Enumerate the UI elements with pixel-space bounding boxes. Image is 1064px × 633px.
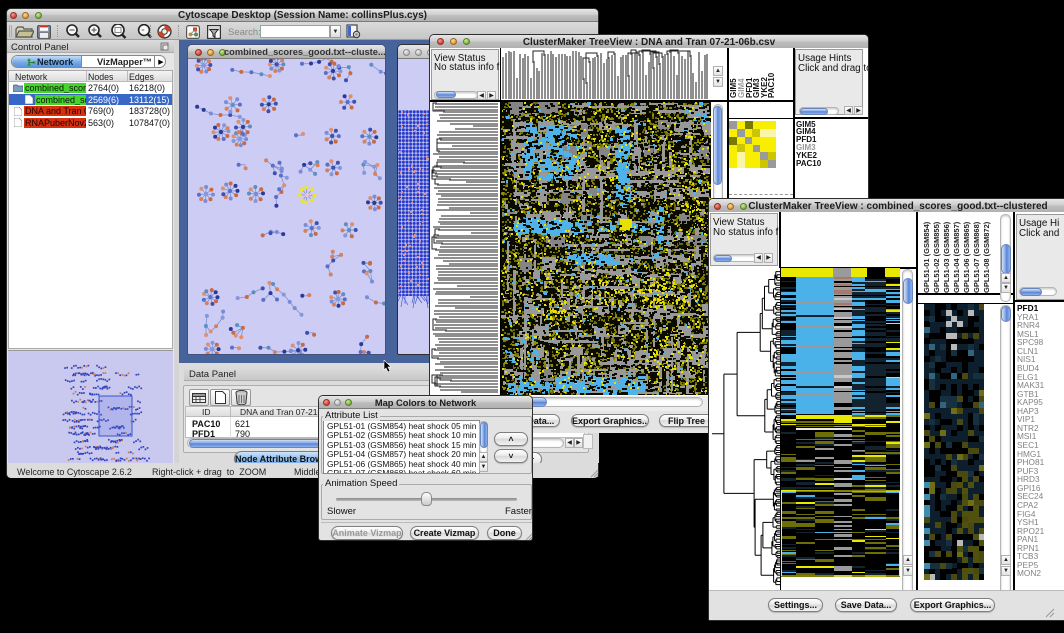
svg-text:=: =: [142, 28, 145, 34]
